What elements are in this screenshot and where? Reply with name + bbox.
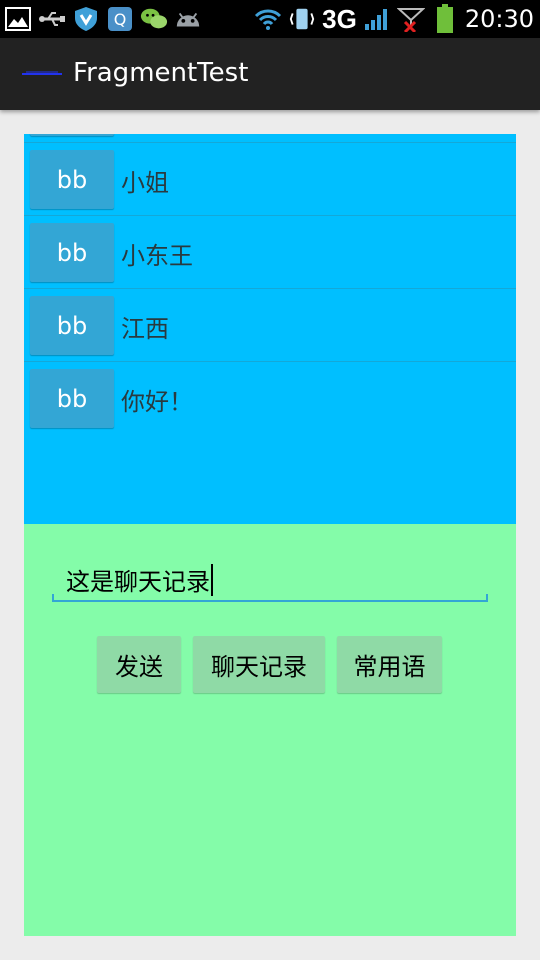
network-type: 3G: [322, 3, 357, 34]
chat-input-field[interactable]: 这是聊天记录: [52, 550, 488, 602]
signal-icon: [363, 5, 391, 33]
list-item-text: 你好！: [121, 388, 193, 416]
gallery-icon: [4, 5, 32, 33]
clock: 20:30: [464, 5, 534, 33]
list-item-text: 小姐: [121, 169, 169, 197]
text-cursor: [211, 564, 213, 596]
list-item-text: 江西: [121, 315, 169, 343]
list-item-partial: [24, 134, 516, 143]
input-edge-left: [52, 594, 54, 602]
vibrate-icon: [288, 5, 316, 33]
list-item-button[interactable]: bb: [30, 296, 114, 355]
status-bar: Q 3G 20:30: [0, 0, 540, 38]
notification-icons: Q: [4, 4, 202, 34]
list-item[interactable]: bb 小东王: [24, 216, 516, 289]
list-item[interactable]: bb 小姐: [24, 143, 516, 216]
app-title: FragmentTest: [73, 58, 249, 88]
send-button[interactable]: 发送: [97, 636, 181, 693]
action-bar: FragmentTest: [0, 38, 540, 110]
list-item-button[interactable]: bb: [30, 150, 114, 209]
list-fragment: bb 小姐 bb 小东王 bb 江西 bb 你好！: [24, 134, 516, 524]
chat-input-value: 这是聊天记录: [66, 568, 210, 596]
common-phrases-button[interactable]: 常用语: [337, 636, 442, 693]
chat-fragment: 这是聊天记录 发送 聊天记录 常用语: [24, 524, 516, 936]
list-item-button[interactable]: bb: [30, 223, 114, 282]
wifi-icon: [254, 5, 282, 33]
qq-icon: Q: [106, 5, 134, 33]
list-item[interactable]: bb 你好！: [24, 362, 516, 434]
usb-icon: [38, 5, 66, 33]
chat-history-button[interactable]: 聊天记录: [193, 636, 325, 693]
list-item-button[interactable]: bb: [30, 369, 114, 428]
list-item-button[interactable]: [30, 134, 114, 136]
system-icons: 3G 20:30: [254, 4, 534, 34]
input-edge-right: [486, 594, 488, 602]
list-item[interactable]: bb 江西: [24, 289, 516, 362]
signal-icon: [396, 5, 425, 33]
android-icon: [174, 5, 202, 33]
battery-icon: [431, 4, 459, 33]
svg-text:Q: Q: [114, 10, 127, 29]
app-icon[interactable]: [20, 64, 64, 84]
wechat-icon: [140, 5, 168, 33]
shield-icon: [72, 5, 100, 33]
list-item-text: 小东王: [121, 242, 193, 270]
